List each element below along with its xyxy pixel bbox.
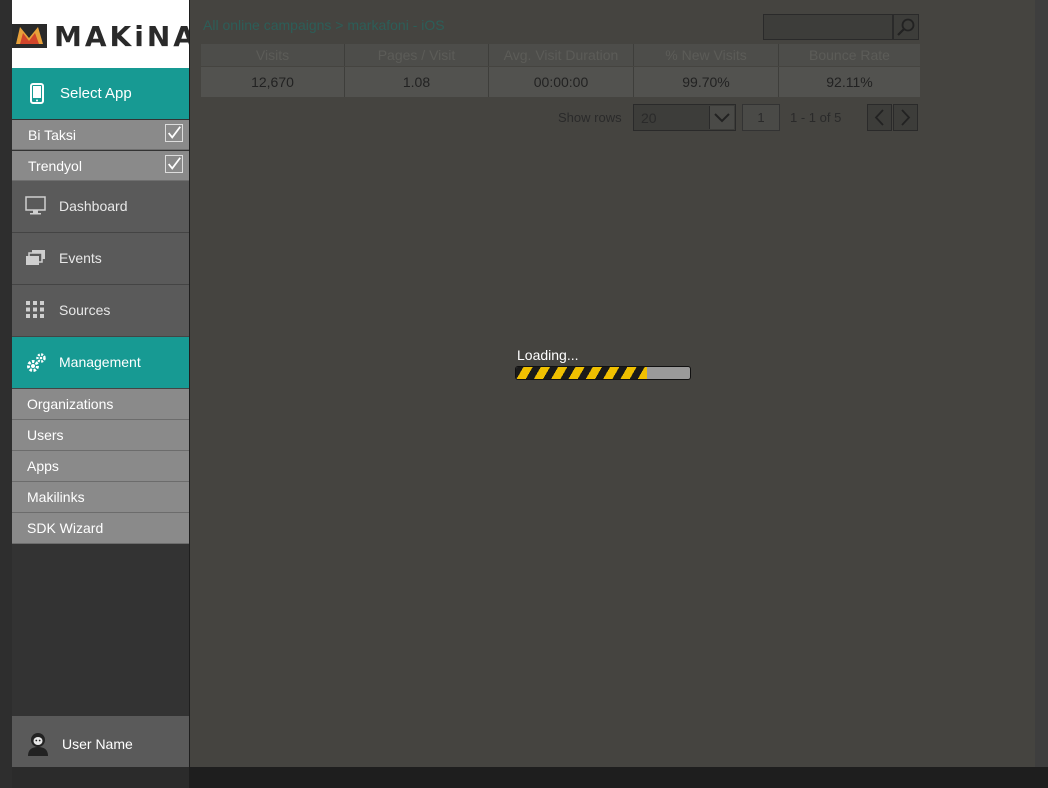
phone-icon [30, 83, 44, 104]
user-avatar-icon [28, 733, 48, 756]
nav-label: Sources [59, 302, 111, 318]
breadcrumb[interactable]: All online campaigns > markafoni - iOS [203, 17, 445, 33]
sidebar-item-organizations[interactable]: Organizations [12, 389, 189, 420]
stats-table: Visits Pages / Visit Avg. Visit Duration… [201, 44, 920, 97]
select-app-label: Select App [60, 85, 132, 102]
table-cell: 00:00:00 [489, 67, 634, 97]
logo[interactable]: MAKiNA [12, 0, 195, 68]
column-header[interactable]: Bounce Rate [779, 44, 920, 66]
chevron-right-icon [901, 109, 911, 126]
sidebar-item-label: SDK Wizard [27, 520, 104, 536]
left-edge [0, 0, 12, 788]
sidebar-item-makilinks[interactable]: Makilinks [12, 482, 189, 513]
page-number-input[interactable]: 1 [742, 104, 780, 131]
sidebar-item-sdk-wizard[interactable]: SDK Wizard [12, 513, 189, 544]
stack-icon [26, 250, 45, 265]
column-header[interactable]: Visits [201, 44, 345, 66]
sidebar-item-label: Makilinks [27, 489, 85, 505]
table-cell: 99.70% [634, 67, 779, 97]
chevron-left-icon [874, 109, 884, 126]
gears-icon [27, 353, 46, 372]
table-cell: 1.08 [345, 67, 489, 97]
nav-label: Events [59, 250, 102, 266]
nav-dashboard[interactable]: Dashboard [12, 181, 189, 233]
sidebar-item-label: Users [27, 427, 64, 443]
app-item-trendyol[interactable]: Trendyol [12, 151, 189, 181]
app-item-label: Bi Taksi [28, 127, 76, 143]
column-header[interactable]: Pages / Visit [345, 44, 489, 66]
table-row: 12,670 1.08 00:00:00 99.70% 92.11% [201, 67, 920, 97]
user-name: User Name [62, 736, 133, 752]
user-menu[interactable]: User Name [12, 716, 189, 767]
search-input[interactable] [763, 14, 893, 40]
sidebar-item-label: Organizations [27, 396, 114, 412]
column-header[interactable]: % New Visits [634, 44, 779, 66]
prev-page-button[interactable] [867, 104, 892, 131]
page-info: 1 - 1 of 5 [790, 110, 842, 125]
sidebar-item-label: Apps [27, 458, 59, 474]
loading-progress-bar [515, 366, 691, 380]
rows-per-page-select[interactable]: 20 [633, 104, 736, 131]
rows-per-page-value: 20 [641, 110, 657, 126]
grid-icon [26, 301, 44, 318]
nav-label: Dashboard [59, 198, 128, 214]
sidebar-item-users[interactable]: Users [12, 420, 189, 451]
checkbox-checked-icon[interactable] [165, 124, 183, 142]
makina-logo-icon [12, 24, 47, 48]
nav-label: Management [59, 354, 141, 370]
right-edge [1035, 0, 1048, 767]
nav-sources[interactable]: Sources [12, 285, 189, 337]
next-page-button[interactable] [893, 104, 918, 131]
checkbox-checked-icon[interactable] [165, 155, 183, 173]
select-app-button[interactable]: Select App [12, 68, 189, 119]
table-header: Visits Pages / Visit Avg. Visit Duration… [201, 44, 920, 66]
bottom-edge [190, 767, 1048, 788]
app-item-label: Trendyol [28, 158, 82, 174]
loading-progress-fill [516, 367, 647, 379]
table-cell: 92.11% [826, 74, 873, 90]
column-header[interactable]: Avg. Visit Duration [489, 44, 634, 66]
search-icon [897, 18, 915, 36]
sidebar: MAKiNA Select App Bi Taksi Trendyol Dash… [12, 0, 195, 767]
sidebar-item-apps[interactable]: Apps [12, 451, 189, 482]
search-button[interactable] [893, 14, 919, 40]
show-rows-label: Show rows [558, 110, 622, 125]
main-content: All online campaigns > markafoni - iOS V… [190, 0, 1035, 767]
table-cell: 12,670 [201, 67, 345, 97]
chevron-down-icon[interactable] [709, 106, 734, 129]
logo-text: MAKiNA [54, 20, 198, 53]
monitor-icon [25, 196, 46, 215]
app-item-bi-taksi[interactable]: Bi Taksi [12, 120, 189, 150]
loading-label: Loading... [517, 347, 579, 363]
nav-events[interactable]: Events [12, 233, 189, 285]
nav-management[interactable]: Management [12, 337, 189, 389]
